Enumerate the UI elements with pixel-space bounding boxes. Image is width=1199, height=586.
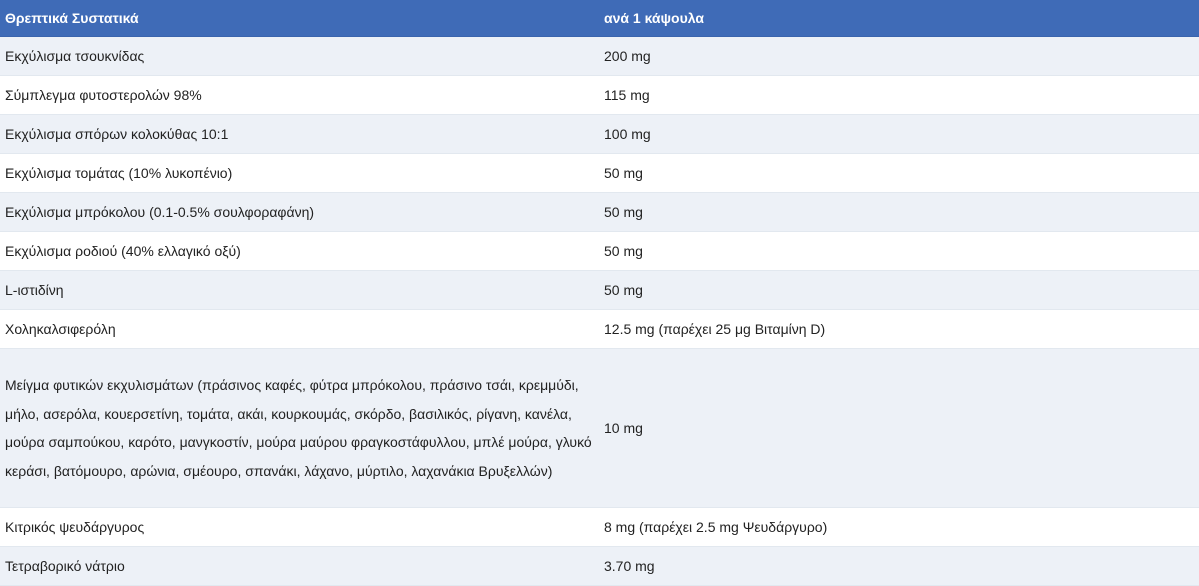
ingredient-cell: L-ιστιδίνη xyxy=(0,270,599,310)
table-header: Θρεπτικά Συστατικά ανά 1 κάψουλα xyxy=(0,0,1199,37)
ingredient-cell: Εκχύλισμα ροδιού (40% ελλαγικό οξύ) xyxy=(0,231,599,271)
ingredient-cell: Σύμπλεγμα φυτοστερολών 98% xyxy=(0,75,599,115)
table-row: Μείγμα φυτικών εκχυλισμάτων (πράσινος κα… xyxy=(0,348,1199,508)
ingredient-cell: Κιτρικός ψευδάργυρος xyxy=(0,507,599,547)
table-row: Χοληκαλσιφερόλη 12.5 mg (παρέχει 25 μg Β… xyxy=(0,309,1199,349)
amount-cell: 12.5 mg (παρέχει 25 μg Βιταμίνη D) xyxy=(599,309,1199,349)
nutrition-table: Θρεπτικά Συστατικά ανά 1 κάψουλα Εκχύλισ… xyxy=(0,0,1199,586)
column-header-ingredients: Θρεπτικά Συστατικά xyxy=(0,0,599,37)
ingredient-cell: Τετραβορικό νάτριο xyxy=(0,546,599,586)
ingredient-cell: Εκχύλισμα τσουκνίδας xyxy=(0,36,599,76)
amount-cell: 200 mg xyxy=(599,36,1199,76)
ingredient-cell: Εκχύλισμα σπόρων κολοκύθας 10:1 xyxy=(0,114,599,154)
amount-cell: 115 mg xyxy=(599,75,1199,115)
amount-cell: 3.70 mg xyxy=(599,546,1199,586)
table-row: Εκχύλισμα ροδιού (40% ελλαγικό οξύ) 50 m… xyxy=(0,231,1199,271)
ingredient-cell: Μείγμα φυτικών εκχυλισμάτων (πράσινος κα… xyxy=(0,348,599,508)
ingredient-cell: Εκχύλισμα μπρόκολου (0.1-0.5% σουλφοραφά… xyxy=(0,192,599,232)
amount-cell: 50 mg xyxy=(599,231,1199,271)
table-row: Εκχύλισμα σπόρων κολοκύθας 10:1 100 mg xyxy=(0,114,1199,154)
table-row: Εκχύλισμα τομάτας (10% λυκοπένιο) 50 mg xyxy=(0,153,1199,193)
ingredient-cell: Χοληκαλσιφερόλη xyxy=(0,309,599,349)
table-row: Τετραβορικό νάτριο 3.70 mg xyxy=(0,546,1199,586)
amount-cell: 10 mg xyxy=(599,348,1199,508)
table-row: L-ιστιδίνη 50 mg xyxy=(0,270,1199,310)
column-header-per-capsule: ανά 1 κάψουλα xyxy=(599,0,1199,37)
table-row: Εκχύλισμα μπρόκολου (0.1-0.5% σουλφοραφά… xyxy=(0,192,1199,232)
table-row: Σύμπλεγμα φυτοστερολών 98% 115 mg xyxy=(0,75,1199,115)
amount-cell: 50 mg xyxy=(599,270,1199,310)
table-row: Εκχύλισμα τσουκνίδας 200 mg xyxy=(0,36,1199,76)
table-body: Εκχύλισμα τσουκνίδας 200 mg Σύμπλεγμα φυ… xyxy=(0,36,1199,586)
amount-cell: 50 mg xyxy=(599,192,1199,232)
amount-cell: 8 mg (παρέχει 2.5 mg Ψευδάργυρο) xyxy=(599,507,1199,547)
amount-cell: 50 mg xyxy=(599,153,1199,193)
ingredient-cell: Εκχύλισμα τομάτας (10% λυκοπένιο) xyxy=(0,153,599,193)
table-row: Κιτρικός ψευδάργυρος 8 mg (παρέχει 2.5 m… xyxy=(0,507,1199,547)
amount-cell: 100 mg xyxy=(599,114,1199,154)
header-row: Θρεπτικά Συστατικά ανά 1 κάψουλα xyxy=(0,0,1199,37)
